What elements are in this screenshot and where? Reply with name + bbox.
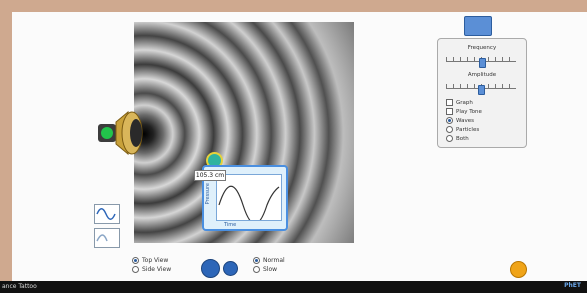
waves-label: Waves <box>456 117 474 124</box>
pulse-wave-icon <box>96 234 108 242</box>
scope-x-label: Time <box>224 222 237 228</box>
amplitude-label: Amplitude <box>467 72 497 78</box>
waves-option[interactable]: Waves <box>446 117 474 124</box>
side-view-radio[interactable] <box>132 266 139 273</box>
scope-readout: 105.3 cm <box>194 170 226 181</box>
frequency-slider[interactable] <box>446 57 516 68</box>
top-view-option[interactable]: Top View <box>132 256 171 265</box>
graph-option[interactable]: Graph <box>446 99 473 106</box>
play-tone-option[interactable]: Play Tone <box>446 108 482 115</box>
top-strip <box>134 12 354 22</box>
wave-mode-button[interactable] <box>94 204 120 224</box>
reset-button[interactable] <box>510 261 527 278</box>
particles-label: Particles <box>456 126 480 133</box>
slow-speed-label: Slow <box>263 266 278 273</box>
waves-radio[interactable] <box>446 117 453 124</box>
frequency-label: Frequency <box>467 45 497 51</box>
taskbar: ance Tattoo PhET <box>0 281 587 293</box>
play-button[interactable] <box>201 259 220 278</box>
phet-logo: PhET <box>564 282 581 289</box>
normal-speed-radio[interactable] <box>253 257 260 264</box>
control-panel: Frequency Amplitude Graph Play Tone Wave… <box>437 38 527 148</box>
mode-icons <box>94 204 120 252</box>
slow-speed-radio[interactable] <box>253 266 260 273</box>
slow-speed-option[interactable]: Slow <box>253 265 285 274</box>
side-view-option[interactable]: Side View <box>132 265 171 274</box>
view-options: Top View Side View <box>132 256 171 274</box>
normal-speed-label: Normal <box>263 257 285 264</box>
graph-checkbox[interactable] <box>446 99 453 106</box>
frequency-thumb[interactable] <box>479 58 487 68</box>
camera-icon[interactable] <box>464 16 492 36</box>
scope-y-label: Pressure <box>205 183 211 205</box>
sine-wave-icon <box>96 208 116 220</box>
both-radio[interactable] <box>446 135 453 142</box>
graph-label: Graph <box>456 99 473 106</box>
top-view-radio[interactable] <box>132 257 139 264</box>
taskbar-left-text: ance Tattoo <box>2 283 37 290</box>
both-option[interactable]: Both <box>446 135 469 142</box>
play-tone-label: Play Tone <box>456 108 482 115</box>
scope-wave <box>218 185 280 225</box>
both-label: Both <box>456 135 469 142</box>
speaker-icon <box>98 110 143 156</box>
speaker[interactable] <box>94 104 154 162</box>
speed-options: Normal Slow <box>253 256 285 274</box>
pulse-mode-button[interactable] <box>94 228 120 248</box>
side-view-label: Side View <box>142 266 172 273</box>
play-tone-checkbox[interactable] <box>446 108 453 115</box>
particles-option[interactable]: Particles <box>446 126 479 133</box>
normal-speed-option[interactable]: Normal <box>253 256 285 265</box>
amplitude-thumb[interactable] <box>478 85 485 95</box>
scope-plot <box>216 174 282 225</box>
step-button[interactable] <box>223 261 238 276</box>
amplitude-slider[interactable] <box>446 84 516 95</box>
particles-radio[interactable] <box>446 126 453 133</box>
top-view-label: Top View <box>142 257 169 264</box>
